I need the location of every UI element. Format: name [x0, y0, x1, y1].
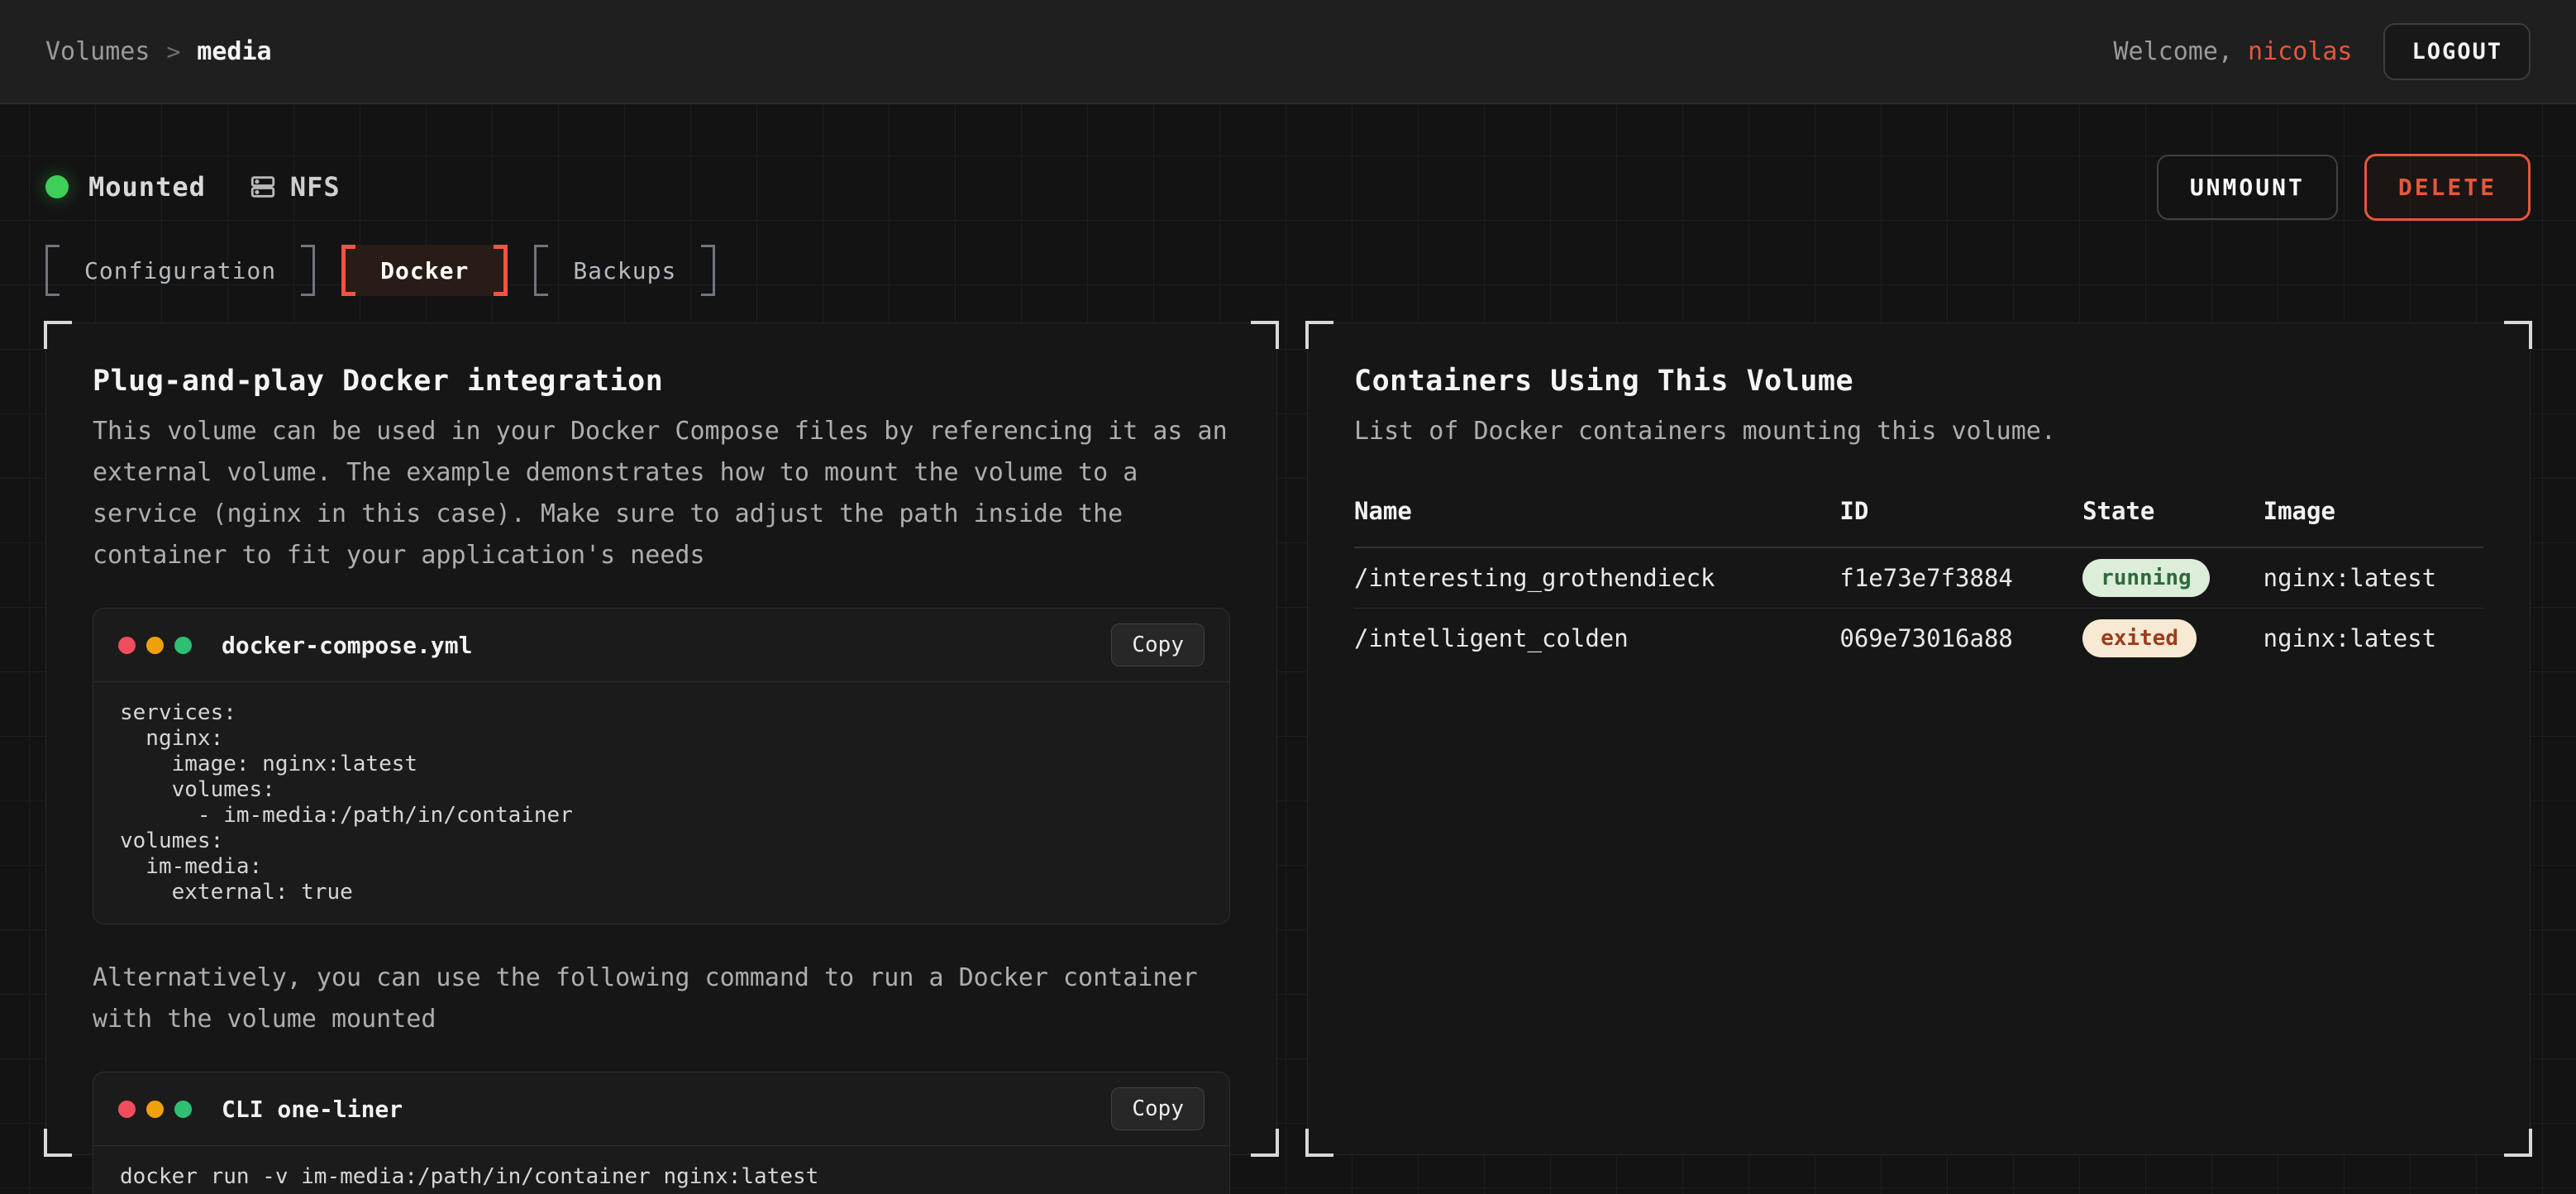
tab-configuration[interactable]: Configuration: [45, 245, 315, 296]
tab-bracket-left-icon: [341, 245, 355, 296]
cli-intro-text: Alternatively, you can use the following…: [93, 958, 1230, 1040]
traffic-red-dot-icon: [118, 1101, 136, 1118]
welcome-text: Welcome, nicolas: [2113, 37, 2352, 66]
container-table-row: /interesting_grothendieck f1e73e7f3884 r…: [1354, 548, 2483, 608]
delete-button[interactable]: DELETE: [2364, 154, 2531, 221]
compose-code-content: services: nginx: image: nginx:latest vol…: [93, 682, 1229, 924]
volume-action-buttons: UNMOUNT DELETE: [2157, 154, 2531, 221]
containers-table-header: Name ID State Image: [1354, 497, 2483, 548]
tab-bracket-left-icon: [45, 245, 60, 296]
docker-integration-panel: Plug-and-play Docker integration This vo…: [45, 322, 1277, 1155]
container-id: f1e73e7f3884: [1839, 564, 2082, 592]
tab-configuration-label: Configuration: [60, 245, 301, 296]
traffic-green-dot-icon: [174, 1101, 192, 1118]
breadcrumb-volumes-link[interactable]: Volumes: [45, 37, 150, 66]
status-indicators: Mounted NFS: [45, 171, 341, 203]
app-root: Volumes > media Welcome, nicolas LOGOUT …: [0, 0, 2576, 1194]
cli-code-block: CLI one-liner Copy docker run -v im-medi…: [93, 1072, 1230, 1194]
username: nicolas: [2248, 37, 2352, 66]
container-image: nginx:latest: [2264, 564, 2483, 592]
top-bar-right: Welcome, nicolas LOGOUT: [2113, 23, 2531, 80]
column-header-name: Name: [1354, 497, 1839, 525]
container-image: nginx:latest: [2264, 624, 2483, 652]
traffic-red-dot-icon: [118, 637, 136, 654]
breadcrumb: Volumes > media: [45, 37, 272, 66]
mounted-status-dot-icon: [45, 175, 69, 198]
cli-code-header: CLI one-liner Copy: [93, 1072, 1229, 1146]
tab-bracket-left-icon: [534, 245, 548, 296]
panel-corner-top-right: [1251, 321, 1279, 349]
tab-bracket-right-icon: [701, 245, 715, 296]
tab-backups[interactable]: Backups: [534, 245, 715, 296]
breadcrumb-separator-icon: >: [166, 38, 180, 65]
welcome-prefix: Welcome,: [2113, 37, 2248, 66]
container-state-badge: running: [2082, 559, 2210, 597]
panel-corner-bottom-right: [2504, 1129, 2532, 1157]
cli-code-content: docker run -v im-media:/path/in/containe…: [93, 1146, 1229, 1194]
mounted-status-label: Mounted: [88, 171, 206, 203]
containers-panel: Containers Using This Volume List of Doc…: [1307, 322, 2531, 1155]
container-id: 069e73016a88: [1839, 624, 2082, 652]
containers-panel-title: Containers Using This Volume: [1354, 365, 2483, 398]
container-name: /intelligent_colden: [1354, 624, 1839, 652]
compose-filename: docker-compose.yml: [222, 632, 472, 659]
compose-code-block: docker-compose.yml Copy services: nginx:…: [93, 608, 1230, 924]
filesystem-type-chip: NFS: [249, 171, 341, 203]
status-row: Mounted NFS UNMOUNT DELET: [45, 155, 2531, 218]
compose-copy-button[interactable]: Copy: [1111, 623, 1205, 666]
compose-code-header: docker-compose.yml Copy: [93, 609, 1229, 682]
column-header-state: State: [2082, 497, 2264, 525]
docker-panel-title: Plug-and-play Docker integration: [93, 365, 1230, 398]
panel-corner-bottom-left: [1305, 1129, 1333, 1157]
tab-docker-label: Docker: [355, 245, 494, 296]
traffic-amber-dot-icon: [146, 637, 164, 654]
panel-area: Plug-and-play Docker integration This vo…: [45, 322, 2531, 1155]
container-state-badge: exited: [2082, 619, 2197, 657]
containers-table: Name ID State Image /interesting_grothen…: [1354, 497, 2483, 667]
breadcrumb-current-volume: media: [197, 37, 271, 66]
cli-copy-button[interactable]: Copy: [1111, 1087, 1205, 1130]
panel-corner-top-left: [44, 321, 72, 349]
filesystem-type-label: NFS: [290, 171, 341, 203]
logout-button[interactable]: LOGOUT: [2383, 23, 2531, 80]
cli-block-title: CLI one-liner: [222, 1096, 403, 1123]
top-bar: Volumes > media Welcome, nicolas LOGOUT: [0, 0, 2576, 104]
tab-bar: Configuration Docker Backups: [45, 245, 2531, 296]
traffic-lights-icon: [118, 1101, 192, 1118]
traffic-green-dot-icon: [174, 637, 192, 654]
panel-corner-bottom-left: [44, 1129, 72, 1157]
tab-docker[interactable]: Docker: [341, 245, 508, 296]
traffic-amber-dot-icon: [146, 1101, 164, 1118]
mounted-status: Mounted: [45, 171, 206, 203]
tab-backups-label: Backups: [548, 245, 701, 296]
panel-corner-bottom-right: [1251, 1129, 1279, 1157]
containers-panel-subtitle: List of Docker containers mounting this …: [1354, 411, 2483, 452]
unmount-button[interactable]: UNMOUNT: [2157, 155, 2338, 220]
traffic-lights-icon: [118, 637, 192, 654]
container-name: /interesting_grothendieck: [1354, 564, 1839, 592]
column-header-id: ID: [1839, 497, 2082, 525]
tab-bracket-right-icon: [494, 245, 508, 296]
docker-panel-description: This volume can be used in your Docker C…: [93, 411, 1230, 576]
tab-bracket-right-icon: [301, 245, 315, 296]
panel-corner-top-left: [1305, 321, 1333, 349]
panel-corner-top-right: [2504, 321, 2532, 349]
column-header-image: Image: [2264, 497, 2483, 525]
server-stack-icon: [249, 173, 277, 201]
container-table-row: /intelligent_colden 069e73016a88 exited …: [1354, 608, 2483, 667]
main-content: Mounted NFS UNMOUNT DELET: [0, 155, 2576, 1155]
